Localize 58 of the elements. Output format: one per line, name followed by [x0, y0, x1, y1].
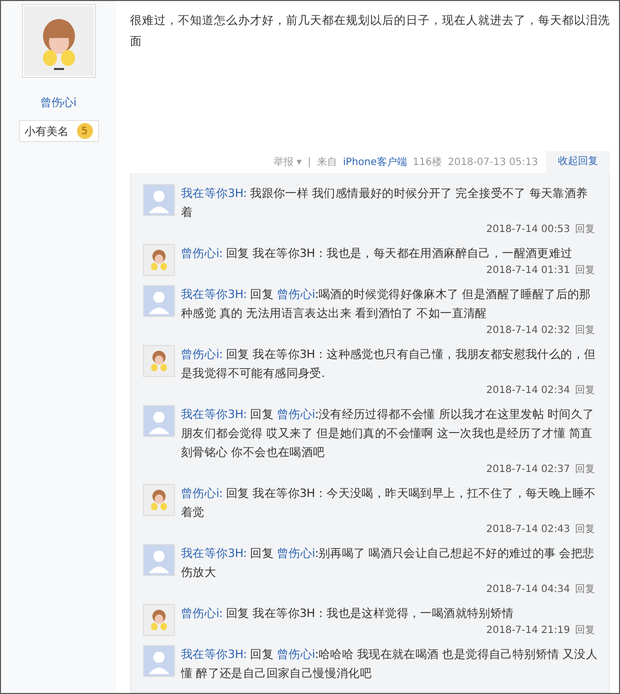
reply-target-link[interactable]: 曾伤心i	[276, 407, 315, 421]
reply-author-link[interactable]: 曾伤心i:	[181, 246, 223, 260]
reply-target-link[interactable]: 曾伤心i	[276, 647, 315, 661]
user-avatar[interactable]	[22, 4, 96, 78]
level-badge: 5	[76, 123, 92, 139]
separator-text: |	[308, 156, 312, 168]
post-text: 很难过，不知道怎么办才好，前几天都在规划以后的日子，现在人就进去了，每天都以泪洗面	[130, 12, 610, 50]
reply-target-name: 我在等你3H	[252, 486, 315, 500]
reply-target-name: 我在等你3H	[252, 606, 315, 620]
floor-number: 116楼	[412, 156, 442, 169]
report-link[interactable]: 举报 ▾	[273, 155, 302, 169]
reply-text: 曾伤心i: 回复 我在等你3H：这种感觉也只有自己懂，我朋友都安慰我什么的，但是我觉得不可能有感同身受.	[181, 346, 597, 382]
reply-time: 2018-7-14 01:31	[486, 264, 570, 278]
reply-text: 我在等你3H: 回复 曾伤心i:喝酒的时候觉得好像麻木了 但是酒醒了睡醒了后的那种感觉 真的 无法用语言表达出来 看到酒怕了 不如一直清醒	[181, 286, 592, 322]
collapse-replies-tab[interactable]: 收起回复	[546, 151, 610, 173]
reply-target-link[interactable]: 曾伤心i	[276, 287, 315, 301]
source-link[interactable]: iPhone客户端	[343, 155, 407, 169]
reply-author-link[interactable]: 曾伤心i:	[181, 606, 223, 620]
reply-text: 我在等你3H: 回复 曾伤心i:哈哈哈 我现在就在喝酒 也是觉得自己特别矫情 又没人懂 醉了还是自己回家自己慢慢消化吧	[181, 646, 599, 682]
reply-link[interactable]: 回复	[575, 462, 595, 478]
reply-text: 我在等你3H: 回复 曾伤心i:别再喝了 喝酒只会让自己想起不好的难过的事 会把悲伤放大	[181, 545, 596, 581]
reply-time: 2018-7-14 02:43	[486, 523, 570, 537]
reply-link[interactable]: 回复	[575, 222, 595, 238]
reply-author-link[interactable]: 我在等你3H:	[181, 186, 247, 200]
reply-link[interactable]: 回复	[575, 323, 595, 339]
reply-link[interactable]: 回复	[575, 383, 595, 399]
reply-author-link[interactable]: 曾伤心i:	[181, 486, 223, 500]
reply-text: 我在等你3H: 回复 曾伤心i:没有经历过得都不会懂 所以我才在这里发帖 时间久了朋友们都会觉得 哎又来了 但是她们真的不会懂啊 这一次我也是经历了才懂 简直刻骨铭心 你不会也在喝酒吧	[181, 406, 596, 461]
reply-time: 2018-7-14 02:34	[486, 384, 570, 398]
username-link[interactable]: 曾伤心i	[40, 95, 77, 110]
reply-time: 2018-7-14 02:32	[486, 324, 570, 338]
reply-time: 2018-7-14 02:37	[486, 463, 570, 477]
reply-link[interactable]: 回复	[575, 582, 595, 598]
figure-avatar[interactable]	[143, 604, 175, 636]
reply-target-link[interactable]: 曾伤心i	[276, 546, 315, 560]
reply-author-link[interactable]: 我在等你3H:	[181, 287, 247, 301]
reply-time: 2018-7-14 21:19	[486, 624, 570, 638]
reply-target-name: 我在等你3H	[252, 246, 315, 260]
rank-title: 小有美名	[24, 124, 68, 138]
reply-link[interactable]: 回复	[575, 623, 595, 639]
reply-author-link[interactable]: 我在等你3H:	[181, 647, 247, 661]
figure-avatar[interactable]	[143, 484, 175, 516]
figure-avatar[interactable]	[143, 345, 175, 377]
reply-text: 曾伤心i: 回复 我在等你3H：我也是，每天都在用酒麻醉自己，一醒酒更难过	[181, 245, 574, 262]
reply-text: 曾伤心i: 回复 我在等你3H：今天没喝，昨天喝到早上，扛不住了，每天晚上睡不着觉	[181, 485, 597, 521]
reply-time: 2018-7-14 00:53	[486, 223, 570, 237]
reply-target-name: 我在等你3H	[252, 347, 315, 361]
source-label: 来自	[317, 156, 338, 169]
reply-text: 我在等你3H: 我跟你一样 我们感情最好的时候分开了 完全接受不了 每天靠酒养着	[181, 185, 589, 221]
reply-author-link[interactable]: 曾伤心i:	[181, 347, 223, 361]
reply-time: 2018-7-14 04:34	[486, 583, 570, 597]
post-time: 2018-07-13 05:13	[448, 156, 538, 168]
reply-text: 曾伤心i: 回复 我在等你3H：我也是这样觉得，一喝酒就特别矫情	[181, 605, 515, 622]
reply-author-link[interactable]: 我在等你3H:	[181, 407, 247, 421]
reply-link[interactable]: 回复	[575, 263, 595, 279]
reply-link[interactable]: 回复	[575, 522, 595, 538]
reply-author-link[interactable]: 我在等你3H:	[181, 546, 247, 560]
figure-avatar[interactable]	[143, 244, 175, 276]
